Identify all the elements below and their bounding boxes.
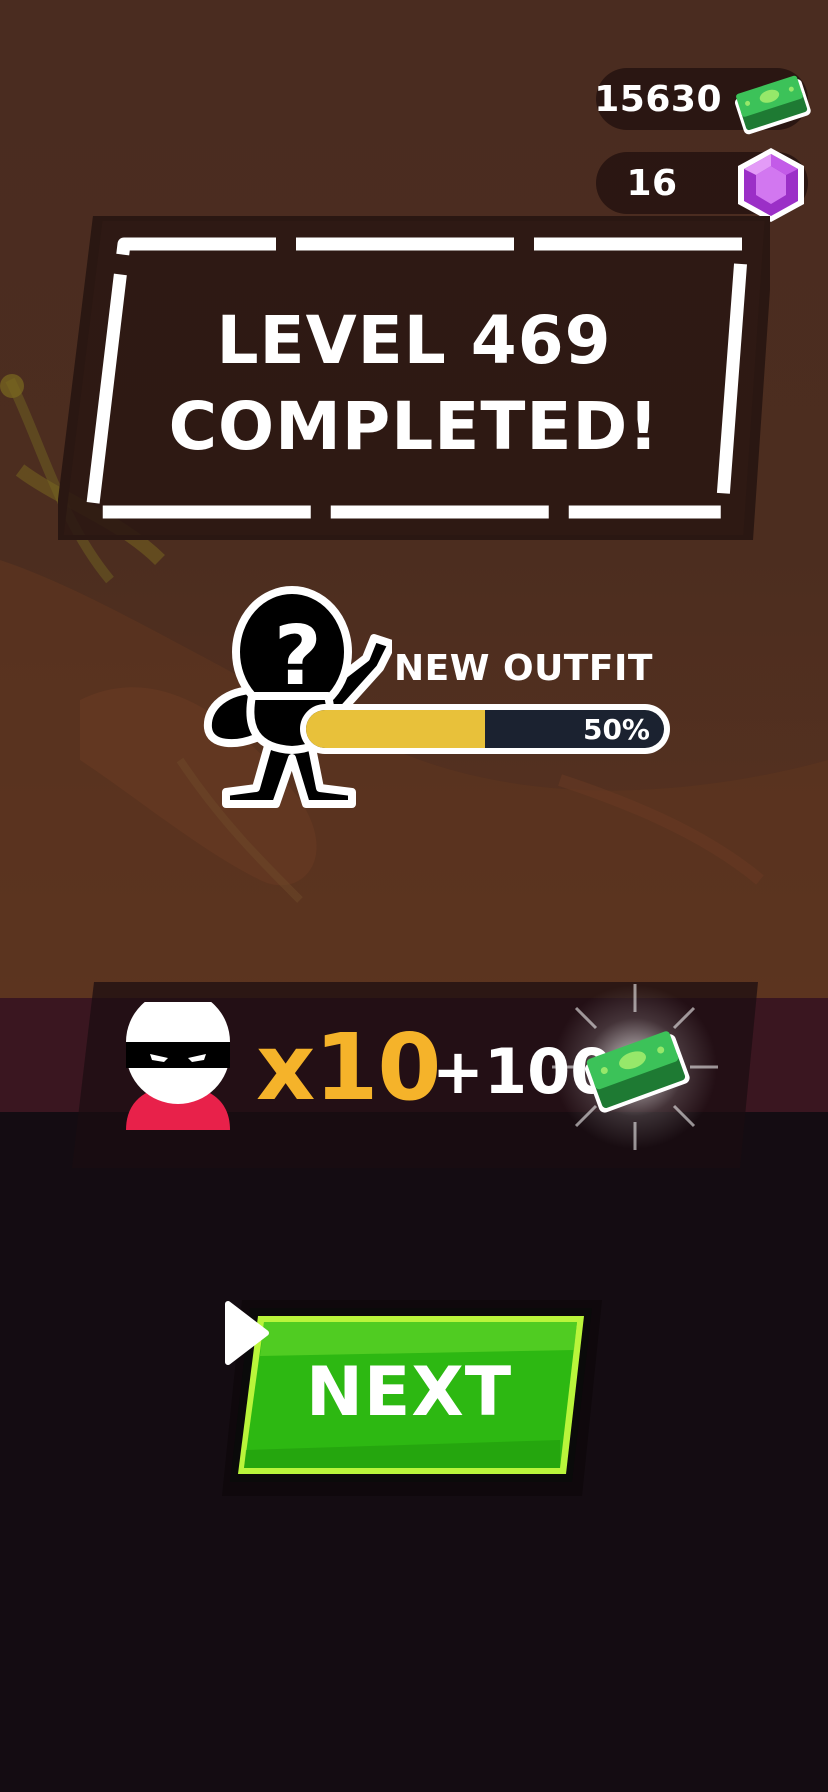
- outfit-progress-fill: [306, 710, 485, 748]
- level-status-text: COMPLETED!: [168, 388, 660, 465]
- gem-amount: 16: [626, 162, 678, 204]
- reward-panel: x10 +100: [72, 982, 758, 1168]
- level-complete-screen: 15630 16 LEVEL 469 COMPLETED! ? NEW OUTF…: [0, 0, 828, 1792]
- next-button[interactable]: NEXT: [222, 1300, 602, 1496]
- play-arrow-icon: [225, 1301, 269, 1365]
- outfit-progress-bar: 50%: [300, 704, 670, 754]
- cash-stack-icon: [734, 75, 811, 135]
- cash-counter: 15630: [594, 68, 811, 135]
- new-outfit-label: NEW OUTFIT: [394, 648, 653, 689]
- bonus-cash-icon: [552, 984, 718, 1150]
- mystery-outfit-silhouette: ?: [203, 586, 392, 808]
- cash-amount: 15630: [594, 78, 722, 120]
- reward-multiplier: x10: [256, 1014, 441, 1121]
- level-number-text: LEVEL 469: [216, 302, 612, 379]
- outfit-progress-percent: 50%: [582, 712, 650, 746]
- thief-avatar: [126, 1002, 230, 1130]
- next-button-label: NEXT: [306, 1353, 513, 1432]
- outfit-progress-track: 50%: [306, 710, 664, 748]
- mystery-mark: ?: [274, 609, 322, 704]
- level-complete-panel: LEVEL 469 COMPLETED!: [58, 216, 770, 540]
- gem-counter: 16: [596, 148, 808, 222]
